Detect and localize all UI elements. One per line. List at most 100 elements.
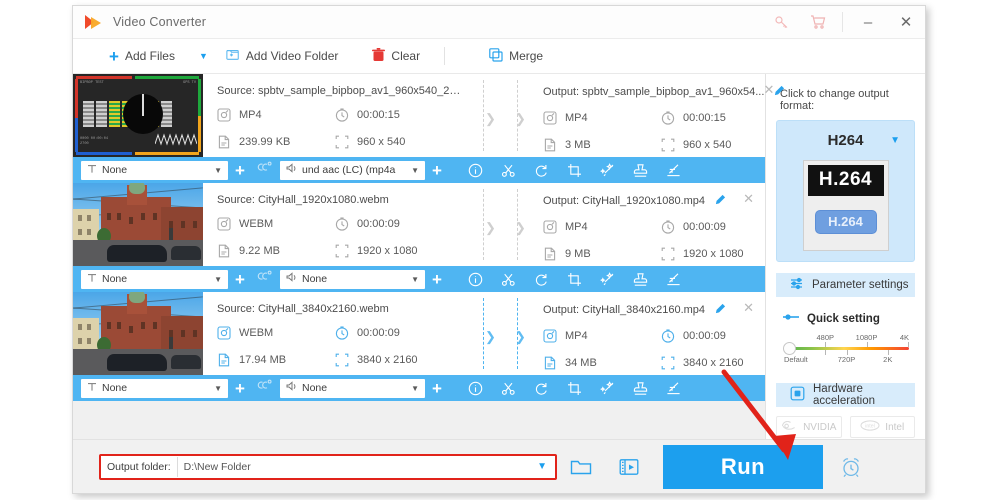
pencil-icon[interactable] — [773, 85, 785, 100]
crop-icon[interactable] — [558, 381, 591, 396]
info-icon[interactable] — [459, 163, 492, 178]
slider-tick-1080p: 1080P — [855, 333, 878, 342]
folder-add-icon — [226, 48, 240, 64]
add-audio-button[interactable]: + — [425, 162, 449, 179]
merge-button[interactable]: Merge — [481, 39, 551, 73]
subtitle-edit-icon[interactable] — [657, 381, 690, 396]
add-subtitle-button[interactable]: + — [228, 162, 252, 179]
row-edit-tools — [459, 271, 690, 287]
key-icon[interactable] — [764, 6, 800, 39]
rotate-icon[interactable] — [525, 163, 558, 178]
info-icon[interactable] — [459, 381, 492, 396]
audio-track-select[interactable]: None ▼ — [280, 378, 425, 398]
closed-caption-icon[interactable] — [252, 270, 276, 288]
remove-file-button[interactable]: ✕ — [743, 191, 754, 207]
magic-wand-icon[interactable] — [591, 380, 624, 396]
output-resolution-label: 3840 x 2160 — [683, 357, 744, 369]
info-icon[interactable] — [459, 272, 492, 287]
rotate-icon[interactable] — [525, 272, 558, 287]
format-header: H264 ▼ — [777, 129, 914, 151]
chevron-down-icon[interactable]: ▼ — [890, 135, 900, 146]
source-size: 17.94 MB — [217, 353, 335, 367]
output-resolution-label: 1920 x 1080 — [683, 248, 744, 260]
output-folder-input[interactable] — [176, 456, 530, 477]
media-library-icon[interactable] — [605, 458, 653, 476]
slider-track[interactable] — [784, 342, 909, 355]
add-subtitle-button[interactable]: + — [228, 271, 252, 288]
scissors-icon[interactable] — [492, 381, 525, 396]
output-folder-label: Output folder: — [107, 460, 171, 473]
source-duration: 00:00:09 — [335, 217, 471, 231]
minimize-button[interactable]: – — [849, 6, 887, 39]
speaker-icon — [286, 163, 299, 177]
stamp-icon[interactable] — [624, 381, 657, 396]
run-button[interactable]: Run — [663, 444, 823, 489]
stamp-icon[interactable] — [624, 163, 657, 178]
file-row[interactable]: BIPBOP TEST GPS TV 0000 00:00:04 2700 So… — [73, 74, 785, 183]
clear-button[interactable]: Clear — [364, 39, 428, 73]
magic-wand-icon[interactable] — [591, 162, 624, 178]
intel-badge[interactable]: intel Intel — [849, 416, 915, 438]
conversion-arrow: ❯ ❯ — [471, 292, 529, 375]
source-info: Source: CityHall_1920x1080.webm WEBM 00:… — [203, 183, 471, 266]
file-row[interactable]: Source: CityHall_3840x2160.webm WEBM 00:… — [73, 292, 765, 401]
slider-handle[interactable] — [783, 342, 796, 355]
add-audio-button[interactable]: + — [425, 271, 449, 288]
slider-tick-4k: 4K — [899, 333, 909, 342]
chevron-down-icon: ▼ — [214, 165, 222, 175]
pencil-icon[interactable] — [714, 303, 726, 318]
row-action-bar: None ▼ + None ▼ + — [73, 375, 765, 401]
output-duration: 00:00:09 — [661, 220, 765, 234]
closed-caption-icon[interactable] — [252, 161, 276, 179]
add-files-button[interactable]: + Add Files — [101, 39, 183, 73]
output-info: Output: CityHall_3840x2160.mp4 MP4 00:00… — [529, 292, 765, 375]
quality-slider[interactable]: 480P 1080P 4K Default 720P 2K — [783, 333, 909, 369]
output-folder-field[interactable]: Output folder: ▼ — [99, 453, 557, 480]
subtitle-select[interactable]: None ▼ — [81, 269, 228, 289]
source-info: Source: spbtv_sample_bipbop_av1_960x540_… — [203, 74, 471, 157]
remove-file-button[interactable]: ✕ — [743, 300, 754, 316]
folder-icon[interactable] — [557, 458, 605, 476]
scissors-icon[interactable] — [492, 272, 525, 287]
output-settings-sidebar: Click to change output format: H264 ▼ H.… — [766, 74, 925, 493]
subtitle-edit-icon[interactable] — [657, 163, 690, 178]
closed-caption-icon[interactable] — [252, 379, 276, 397]
subtitle-select[interactable]: None ▼ — [81, 160, 228, 180]
close-button[interactable]: ✕ — [887, 6, 925, 39]
add-video-folder-button[interactable]: Add Video Folder — [218, 39, 347, 73]
add-subtitle-button[interactable]: + — [228, 380, 252, 397]
merge-icon — [489, 47, 503, 65]
source-format: WEBM — [217, 326, 335, 340]
source-resolution-label: 960 x 540 — [357, 136, 406, 148]
svg-text:intel: intel — [866, 424, 876, 430]
hardware-acceleration-button[interactable]: Hardware acceleration — [776, 383, 915, 407]
add-files-label: Add Files — [124, 49, 175, 63]
row-action-bar: None ▼ + und aac (LC) (mp4a ▼ + — [73, 157, 765, 183]
crop-icon[interactable] — [558, 272, 591, 287]
crop-icon[interactable] — [558, 163, 591, 178]
format-preview: H.264 H.264 — [802, 160, 889, 251]
magic-wand-icon[interactable] — [591, 271, 624, 287]
alarm-clock-icon[interactable] — [823, 456, 879, 478]
stamp-icon[interactable] — [624, 272, 657, 287]
pencil-icon[interactable] — [714, 194, 726, 209]
parameter-settings-button[interactable]: Parameter settings — [776, 273, 915, 297]
file-row[interactable]: Source: CityHall_1920x1080.webm WEBM 00:… — [73, 183, 765, 292]
output-filename-text: Output: CityHall_3840x2160.mp4 — [543, 304, 706, 316]
cart-icon[interactable] — [800, 6, 836, 39]
subtitle-select[interactable]: None ▼ — [81, 378, 228, 398]
file-info: Source: CityHall_3840x2160.webm WEBM 00:… — [203, 292, 765, 375]
add-files-dropdown-caret[interactable]: ▼ — [183, 51, 218, 61]
speaker-icon — [286, 272, 299, 286]
source-resolution: 3840 x 2160 — [335, 353, 471, 367]
rotate-icon[interactable] — [525, 381, 558, 396]
remove-file-button[interactable]: ✕ — [764, 82, 775, 98]
nvidia-badge[interactable]: NVIDIA — [776, 416, 842, 438]
output-format-card[interactable]: H264 ▼ H.264 H.264 — [776, 120, 915, 262]
audio-track-select[interactable]: None ▼ — [280, 269, 425, 289]
scissors-icon[interactable] — [492, 163, 525, 178]
add-audio-button[interactable]: + — [425, 380, 449, 397]
subtitle-edit-icon[interactable] — [657, 272, 690, 287]
audio-track-select[interactable]: und aac (LC) (mp4a ▼ — [280, 160, 425, 180]
output-folder-dropdown-caret[interactable]: ▼ — [529, 461, 555, 472]
